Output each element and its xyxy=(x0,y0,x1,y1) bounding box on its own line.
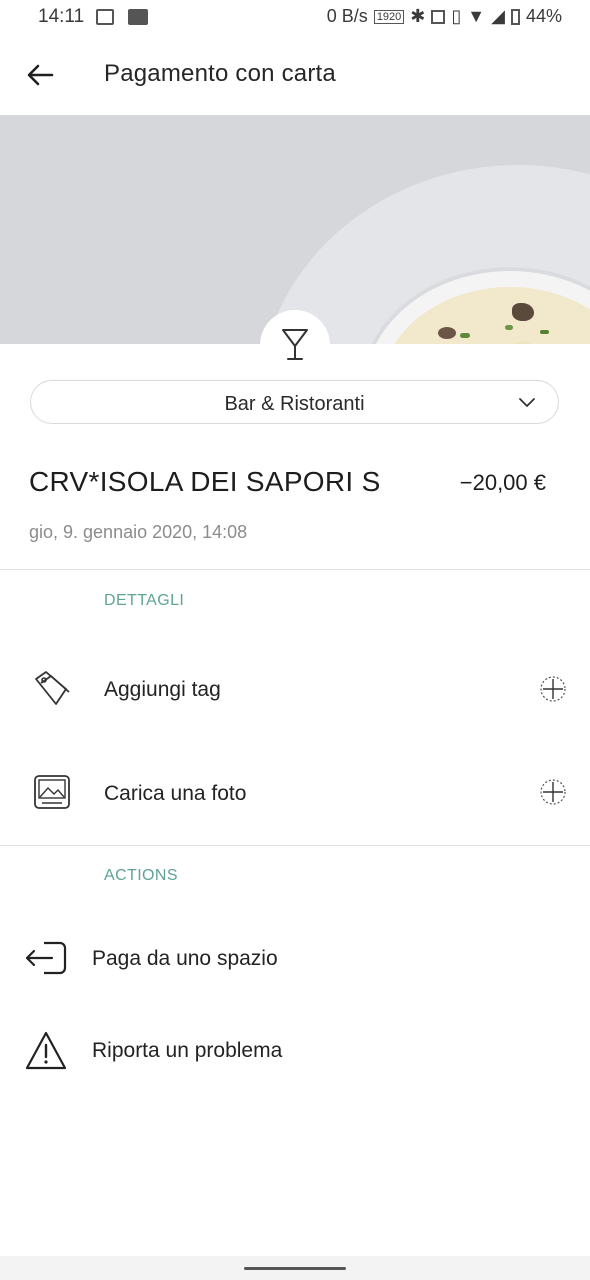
image-icon xyxy=(34,775,70,809)
add-circle-icon xyxy=(540,779,566,805)
upload-photo-label: Carica una foto xyxy=(104,782,247,805)
food-detail xyxy=(438,327,456,339)
gmail-notification-icon xyxy=(128,9,148,25)
food-detail xyxy=(512,303,534,321)
report-problem-label: Riporta un problema xyxy=(92,1039,283,1062)
add-circle-icon xyxy=(540,676,566,702)
add-tag-label: Aggiungi tag xyxy=(104,678,221,701)
back-button[interactable] xyxy=(24,58,58,92)
bluetooth-icon: ✱ xyxy=(410,6,426,26)
gallery-notification-icon xyxy=(96,9,114,25)
status-right: 0 B/s 1920 ✱ ▯ ▼ ◢ 44% xyxy=(327,6,562,27)
actions-section-label: ACTIONS xyxy=(104,867,178,884)
food-detail xyxy=(505,325,513,330)
battery-percent: 44% xyxy=(525,6,562,26)
vibrate-icon: ▯ xyxy=(451,6,462,26)
battery-icon xyxy=(510,8,520,25)
pay-from-space-row[interactable]: Paga da uno spazio xyxy=(0,924,590,994)
status-bar: 14:11 0 B/s 1920 ✱ ▯ ▼ ◢ 44% xyxy=(0,0,590,36)
food-detail xyxy=(540,330,549,334)
wifi-icon: ▼ xyxy=(467,6,486,26)
page-title: Pagamento con carta xyxy=(104,60,336,87)
home-gesture-handle[interactable] xyxy=(244,1267,346,1270)
merchant-name: CRV*ISOLA DEI SAPORI S xyxy=(29,466,381,497)
transaction-amount: −20,00 € xyxy=(459,470,546,495)
upload-photo-row[interactable]: Carica una foto xyxy=(0,752,590,836)
arrow-left-icon xyxy=(27,64,54,86)
chevron-down-icon xyxy=(519,398,535,407)
hd-icon: 1920 xyxy=(373,9,405,24)
add-tag-row[interactable]: Aggiungi tag xyxy=(0,650,590,730)
food-detail xyxy=(460,333,470,338)
transaction-date: gio, 9. gennaio 2020, 14:08 xyxy=(29,522,248,542)
report-problem-row[interactable]: Riporta un problema xyxy=(0,1014,590,1088)
move-from-space-icon xyxy=(25,941,67,975)
warning-icon xyxy=(25,1031,67,1070)
pay-from-space-label: Paga da uno spazio xyxy=(92,947,278,970)
nfc-icon xyxy=(431,9,446,24)
details-section-label: DETTAGLI xyxy=(104,592,185,609)
signal-icon: ◢ xyxy=(491,6,505,26)
cocktail-glass-icon xyxy=(282,329,308,360)
category-dropdown[interactable]: Bar & Ristoranti xyxy=(30,380,559,424)
status-time: 14:11 xyxy=(38,6,85,27)
divider xyxy=(0,569,590,570)
category-label: Bar & Ristoranti xyxy=(224,393,365,415)
divider xyxy=(0,845,590,846)
tag-icon xyxy=(35,671,70,705)
net-speed: 0 B/s xyxy=(326,6,368,26)
